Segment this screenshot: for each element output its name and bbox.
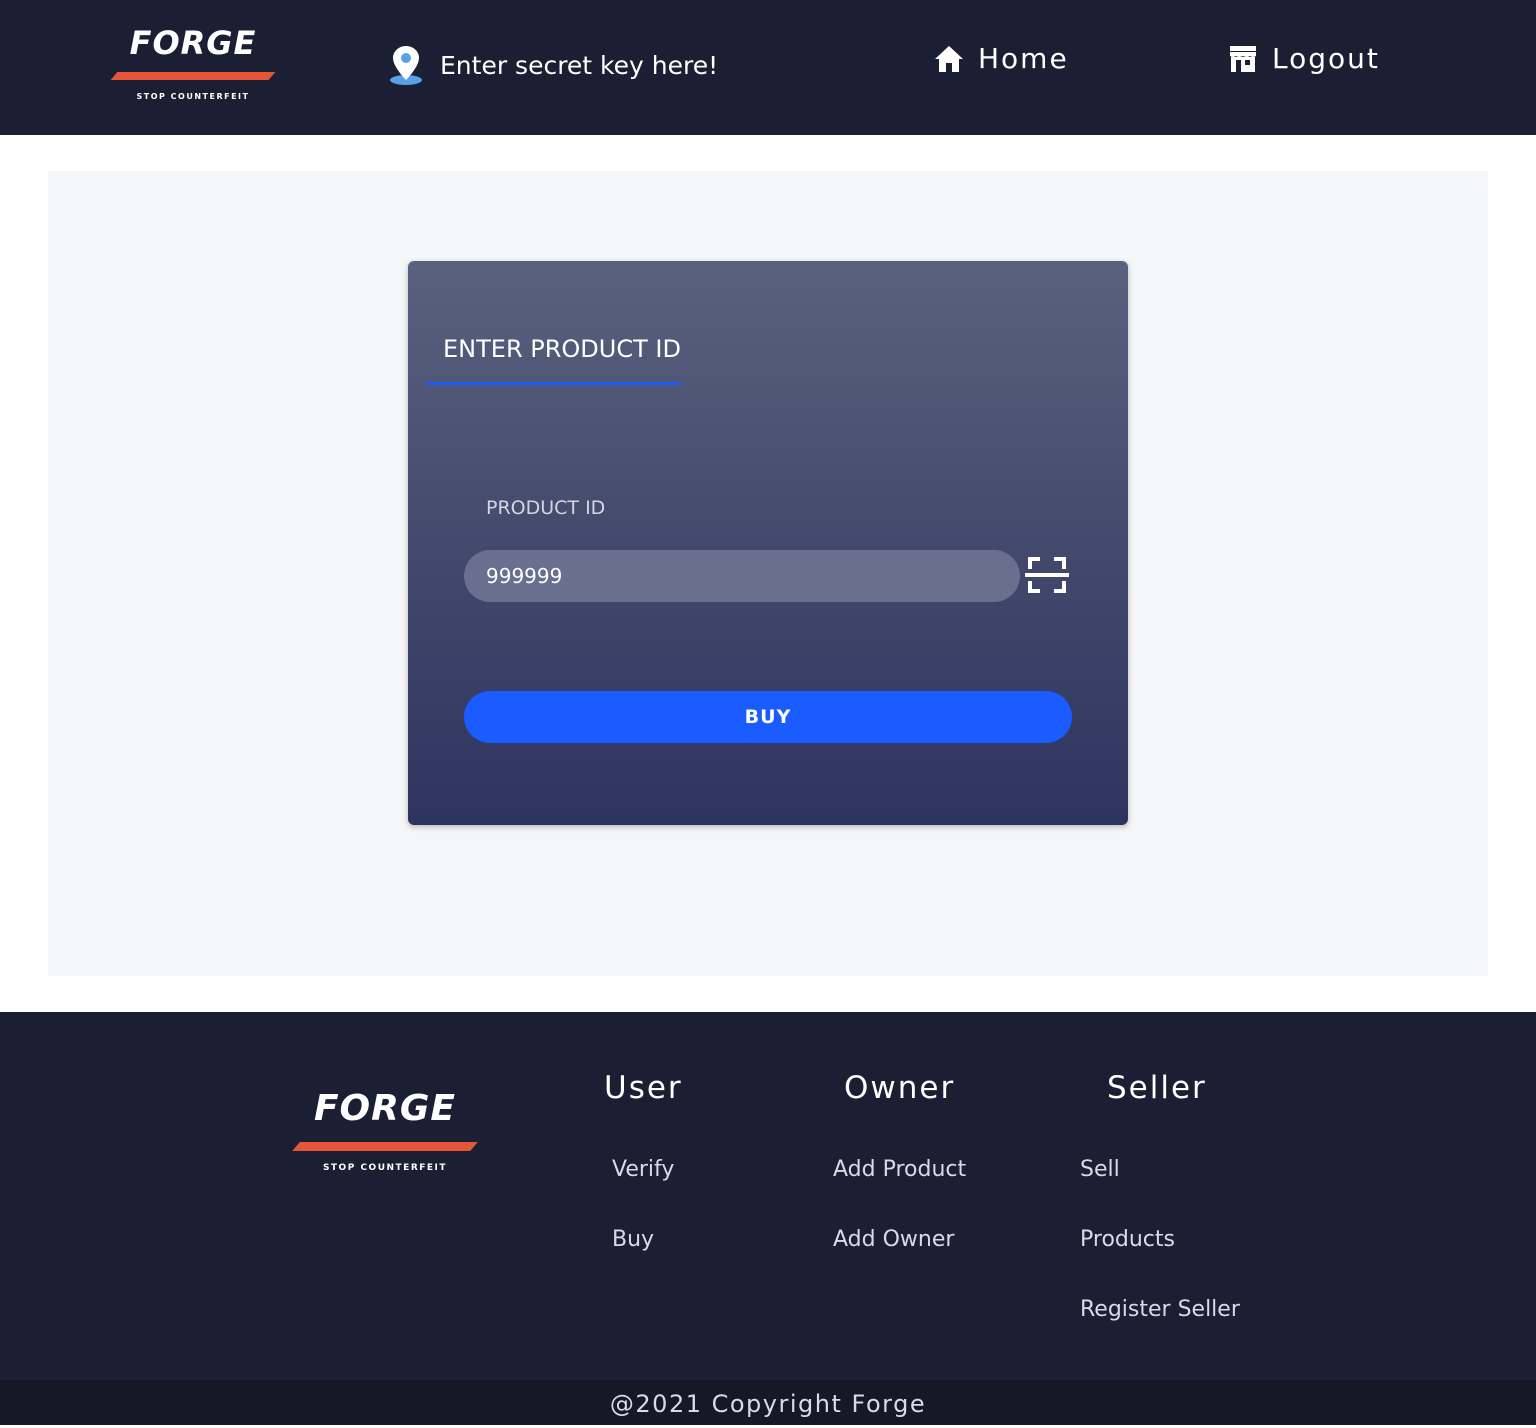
footer-link-products[interactable]: Products [1080, 1227, 1175, 1252]
footer-link-buy[interactable]: Buy [612, 1227, 654, 1252]
footer-link-register-seller[interactable]: Register Seller [1080, 1297, 1240, 1322]
card-title: ENTER PRODUCT ID [443, 335, 681, 363]
home-icon [935, 45, 963, 72]
nav-home-label: Home [978, 42, 1069, 75]
product-id-label: PRODUCT ID [486, 497, 606, 519]
forge-logo[interactable]: FORGE STOP COUNTERFEIT [110, 24, 276, 101]
footer-link-sell[interactable]: Sell [1080, 1157, 1120, 1182]
footer-link-verify[interactable]: Verify [612, 1157, 674, 1182]
footer-link-add-owner[interactable]: Add Owner [833, 1227, 954, 1252]
secret-key-placeholder: Enter secret key here! [440, 50, 719, 80]
nav-home-link[interactable]: Home [934, 42, 1069, 75]
logo-stripe [110, 72, 276, 80]
scan-icon[interactable] [1024, 553, 1070, 597]
footer-link-add-product[interactable]: Add Product [833, 1157, 966, 1182]
nav-logout-label: Logout [1272, 42, 1380, 75]
top-navbar: FORGE STOP COUNTERFEIT Enter secret key … [0, 0, 1536, 135]
store-icon [1230, 45, 1256, 72]
footer-heading-user: User [604, 1070, 683, 1106]
footer-heading-owner: Owner [844, 1070, 956, 1106]
product-id-card: ENTER PRODUCT ID PRODUCT ID BUY [408, 261, 1128, 825]
main-content: ENTER PRODUCT ID PRODUCT ID BUY [48, 171, 1488, 976]
card-title-underline [426, 382, 681, 385]
logo-tagline: STOP COUNTERFEIT [136, 92, 250, 101]
footer: FORGE STOP COUNTERFEIT User Verify Buy O… [0, 1012, 1536, 1380]
secret-key-entry[interactable]: Enter secret key here! [388, 44, 718, 86]
footer-logo-wordmark: FORGE [313, 1088, 457, 1129]
footer-heading-seller: Seller [1107, 1070, 1207, 1106]
footer-logo-stripe [292, 1142, 478, 1151]
nav-logout-link[interactable]: Logout [1228, 42, 1380, 75]
map-pin-icon [390, 46, 422, 85]
copyright-bar: @2021 Copyright Forge [0, 1380, 1536, 1425]
buy-button[interactable]: BUY [464, 691, 1072, 743]
logo-wordmark: FORGE [129, 24, 257, 62]
footer-logo-tagline: STOP COUNTERFEIT [322, 1163, 448, 1173]
footer-forge-logo[interactable]: FORGE STOP COUNTERFEIT [292, 1088, 478, 1173]
product-id-input[interactable] [464, 550, 1020, 602]
